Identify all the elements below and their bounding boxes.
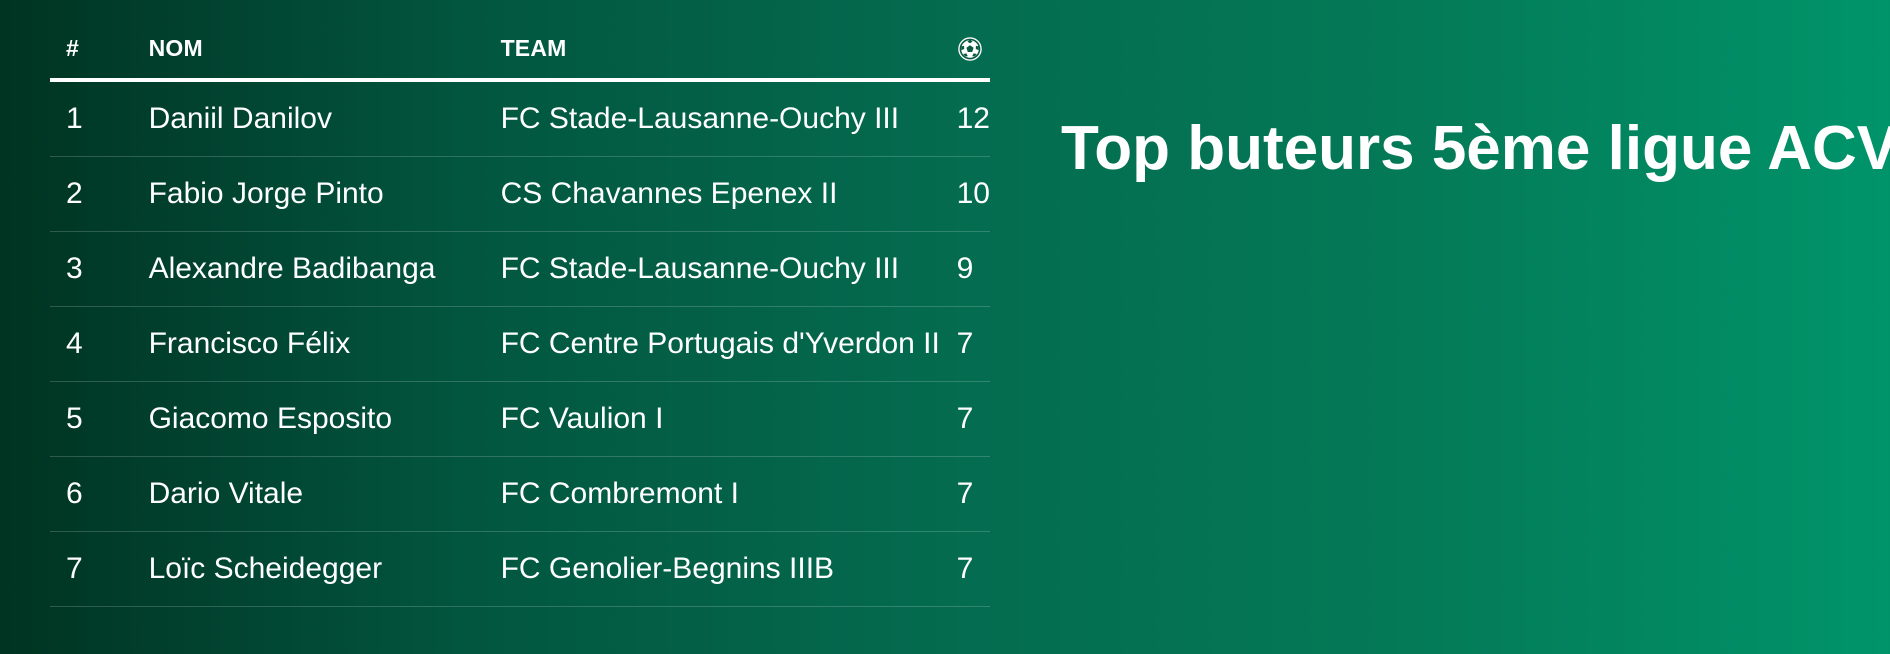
table-row: 7 Loïc Scheidegger FC Genolier-Begnins I…: [50, 531, 990, 607]
page-title: Top buteurs 5ème ligue ACVF: [1061, 114, 1890, 183]
name-cell: Fabio Jorge Pinto: [148, 156, 501, 232]
header-row: # NOM TEAM: [50, 18, 990, 82]
goals-cell: 7: [956, 306, 990, 382]
table-row: 1 Daniil Danilov FC Stade-Lausanne-Ouchy…: [50, 80, 990, 157]
rank-cell: 1: [50, 80, 149, 157]
rank-cell: 7: [50, 531, 149, 607]
team-cell: FC Genolier-Begnins IIIB: [500, 531, 957, 607]
team-cell: FC Centre Portugais d'Yverdon II: [500, 306, 957, 382]
soccer-ball-icon: [957, 37, 982, 61]
scorers-table: # NOM TEAM 1 Daniil Danilov FC Stade-Lau…: [50, 18, 990, 607]
header-goals: [956, 18, 990, 82]
name-cell: Alexandre Badibanga: [148, 231, 501, 307]
rank-cell: 3: [50, 231, 149, 307]
rank-cell: 6: [50, 456, 149, 532]
header-name: NOM: [148, 18, 501, 82]
rank-cell: 5: [50, 381, 149, 457]
goals-cell: 7: [956, 456, 990, 532]
team-cell: FC Stade-Lausanne-Ouchy III: [500, 80, 957, 157]
table-header: # NOM TEAM: [50, 18, 990, 82]
table-body: 1 Daniil Danilov FC Stade-Lausanne-Ouchy…: [50, 80, 990, 607]
name-cell: Giacomo Esposito: [148, 381, 501, 457]
name-cell: Francisco Félix: [148, 306, 501, 382]
team-cell: FC Vaulion I: [500, 381, 957, 457]
rank-cell: 2: [50, 156, 149, 232]
header-team: TEAM: [500, 18, 957, 82]
rank-cell: 4: [50, 306, 149, 382]
team-cell: CS Chavannes Epenex II: [500, 156, 957, 232]
goals-cell: 9: [956, 231, 990, 307]
goals-cell: 7: [956, 381, 990, 457]
table-row: 6 Dario Vitale FC Combremont I 7: [50, 456, 990, 532]
name-cell: Daniil Danilov: [148, 80, 501, 157]
table-row: 3 Alexandre Badibanga FC Stade-Lausanne-…: [50, 231, 990, 307]
name-cell: Dario Vitale: [148, 456, 501, 532]
table-row: 5 Giacomo Esposito FC Vaulion I 7: [50, 381, 990, 457]
team-cell: FC Stade-Lausanne-Ouchy III: [500, 231, 957, 307]
goals-cell: 12: [956, 80, 990, 157]
header-rank: #: [50, 18, 149, 82]
goals-cell: 7: [956, 531, 990, 607]
name-cell: Loïc Scheidegger: [148, 531, 501, 607]
goals-cell: 10: [956, 156, 990, 232]
team-cell: FC Combremont I: [500, 456, 957, 532]
table-row: 2 Fabio Jorge Pinto CS Chavannes Epenex …: [50, 156, 990, 232]
table-row: 4 Francisco Félix FC Centre Portugais d'…: [50, 306, 990, 382]
